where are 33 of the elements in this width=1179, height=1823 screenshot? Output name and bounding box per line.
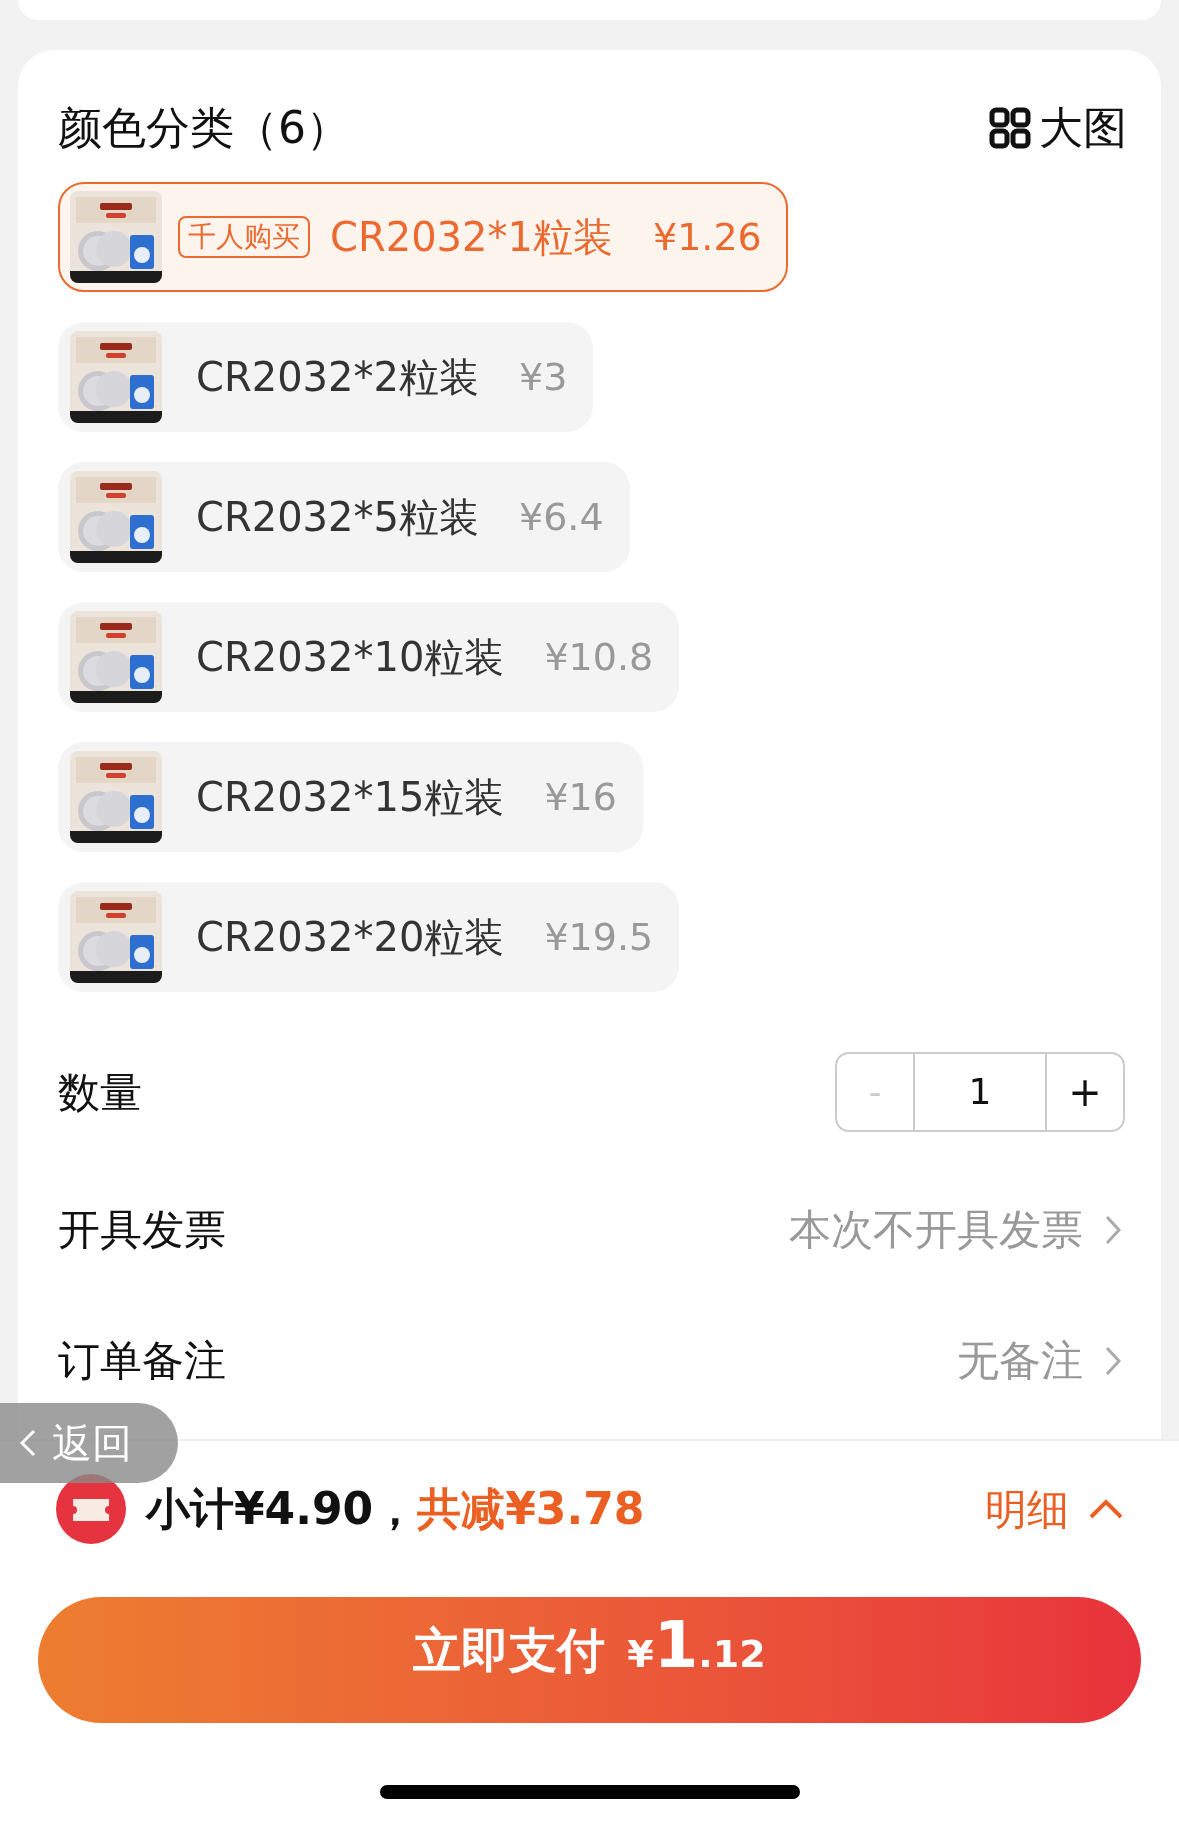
subtotal-text: 小计¥4.90， [146,1482,418,1536]
option-price: ¥1.26 [652,213,762,261]
option-price: ¥10.8 [544,633,654,681]
row-label: 开具发票 [58,1204,226,1256]
tag-label: 千人购买 [178,216,310,258]
row-label: 数量 [58,1066,142,1119]
large-view-toggle[interactable]: 大图 [989,95,1127,161]
chevron-up-icon [1089,1499,1123,1519]
discount-text: 共减¥3.78 [417,1482,645,1536]
option-name: CR2032*5粒装 [196,493,479,542]
pay-button[interactable]: 立即支付 ¥1.12 [38,1597,1141,1723]
option-name: CR2032*2粒装 [196,353,479,402]
quantity-value: 1 [913,1054,1047,1130]
option-price: ¥16 [544,773,617,821]
variant-option[interactable]: CR2032*20粒装 ¥19.5 [58,882,680,992]
option-name: CR2032*10粒装 [196,633,505,682]
increment-button[interactable]: + [1047,1054,1123,1130]
chevron-right-icon [1105,1345,1121,1376]
variant-option[interactable]: CR2032*15粒装 ¥16 [58,742,643,852]
variant-option[interactable]: CR2032*10粒装 ¥10.8 [58,602,680,712]
row-label: 订单备注 [58,1335,226,1387]
section-title: 颜色分类（6） [58,101,350,155]
chevron-left-icon [20,1429,36,1457]
option-name: CR2032*1粒装 [330,213,613,262]
grid-icon [989,107,1031,149]
variant-option[interactable]: CR2032*2粒装 ¥3 [58,322,594,432]
chevron-right-icon [1105,1214,1121,1245]
option-name: CR2032*15粒装 [196,773,505,822]
option-name: CR2032*20粒装 [196,913,505,962]
option-price: ¥6.4 [518,493,604,541]
option-price: ¥19.5 [544,913,654,961]
option-price: ¥3 [518,353,568,401]
variant-option[interactable]: CR2032*5粒装 ¥6.4 [58,462,630,572]
